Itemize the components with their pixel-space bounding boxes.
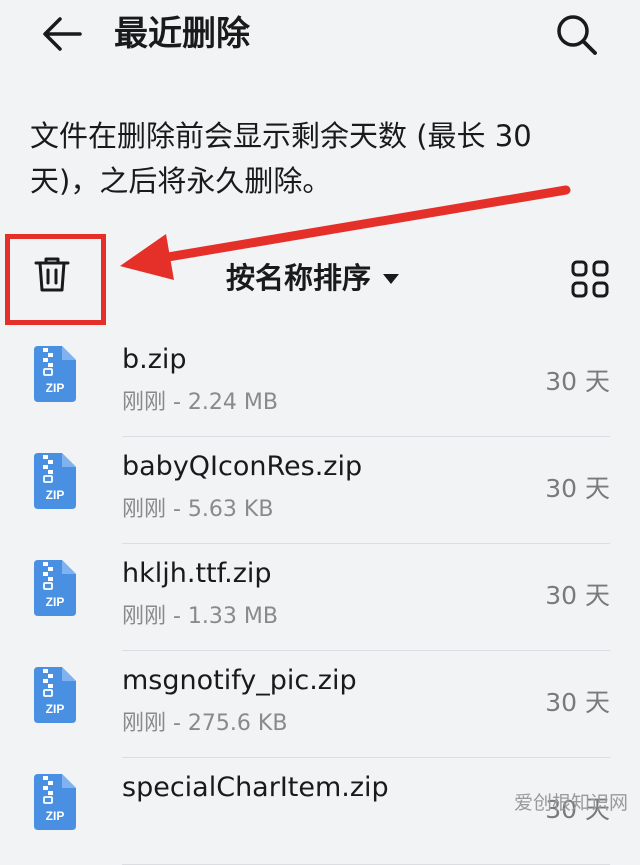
- caret-down-icon: [383, 274, 400, 284]
- file-name: specialCharItem.zip: [122, 772, 389, 803]
- search-icon: [557, 15, 597, 55]
- arrow-left-icon: [43, 17, 82, 51]
- file-row[interactable]: ZIP hkljh.ttf.zip 刚刚 - 1.33 MB 30 天: [0, 544, 640, 651]
- retention-description: 文件在删除前会显示剩余天数 (最长 30 天)，之后将永久删除。: [30, 119, 532, 198]
- days-remaining: 30 天: [545, 688, 610, 717]
- file-meta: 刚刚 - 1.33 MB: [122, 604, 278, 629]
- top-app-bar: 最近删除: [0, 0, 640, 70]
- zip-icon-label: ZIP: [46, 381, 65, 395]
- back-button[interactable]: [40, 14, 86, 54]
- zip-icon-label: ZIP: [46, 809, 65, 823]
- sort-dropdown[interactable]: 按名称排序: [226, 256, 400, 300]
- search-button[interactable]: [554, 12, 600, 58]
- annotation-highlight-box: [5, 234, 106, 325]
- zip-icon-label: ZIP: [46, 488, 65, 502]
- zip-file-icon: ZIP: [34, 560, 76, 616]
- sort-label: 按名称排序: [226, 261, 372, 295]
- zip-file-icon: ZIP: [34, 346, 76, 402]
- file-row[interactable]: ZIP babyQIconRes.zip 刚刚 - 5.63 KB 30 天: [0, 437, 640, 544]
- grid-view-button[interactable]: [570, 259, 610, 299]
- file-meta: 刚刚 - 5.63 KB: [122, 497, 274, 522]
- file-name: babyQIconRes.zip: [122, 451, 363, 482]
- file-row[interactable]: ZIP b.zip 刚刚 - 2.24 MB 30 天: [0, 330, 640, 437]
- file-name: hkljh.ttf.zip: [122, 558, 272, 589]
- zip-icon-label: ZIP: [46, 702, 65, 716]
- file-list: ZIP b.zip 刚刚 - 2.24 MB 30 天 ZIP babyQIconRes.…: [0, 330, 640, 865]
- file-meta: 刚刚 - 275.6 KB: [122, 711, 288, 736]
- file-name: b.zip: [122, 344, 187, 375]
- watermark: 爱创根知识网: [513, 792, 628, 814]
- file-row[interactable]: ZIP msgnotify_pic.zip 刚刚 - 275.6 KB 30 天: [0, 651, 640, 758]
- zip-file-icon: ZIP: [34, 453, 76, 509]
- zip-file-icon: ZIP: [34, 774, 76, 830]
- file-meta: 刚刚 - 2.24 MB: [122, 390, 278, 415]
- days-remaining: 30 天: [545, 367, 610, 396]
- grid-view-icon: [571, 260, 609, 298]
- days-remaining: 30 天: [545, 581, 610, 610]
- days-remaining: 30 天: [545, 474, 610, 503]
- page-title: 最近删除: [114, 14, 250, 54]
- zip-icon-label: ZIP: [46, 595, 65, 609]
- file-name: msgnotify_pic.zip: [122, 665, 357, 696]
- zip-file-icon: ZIP: [34, 667, 76, 723]
